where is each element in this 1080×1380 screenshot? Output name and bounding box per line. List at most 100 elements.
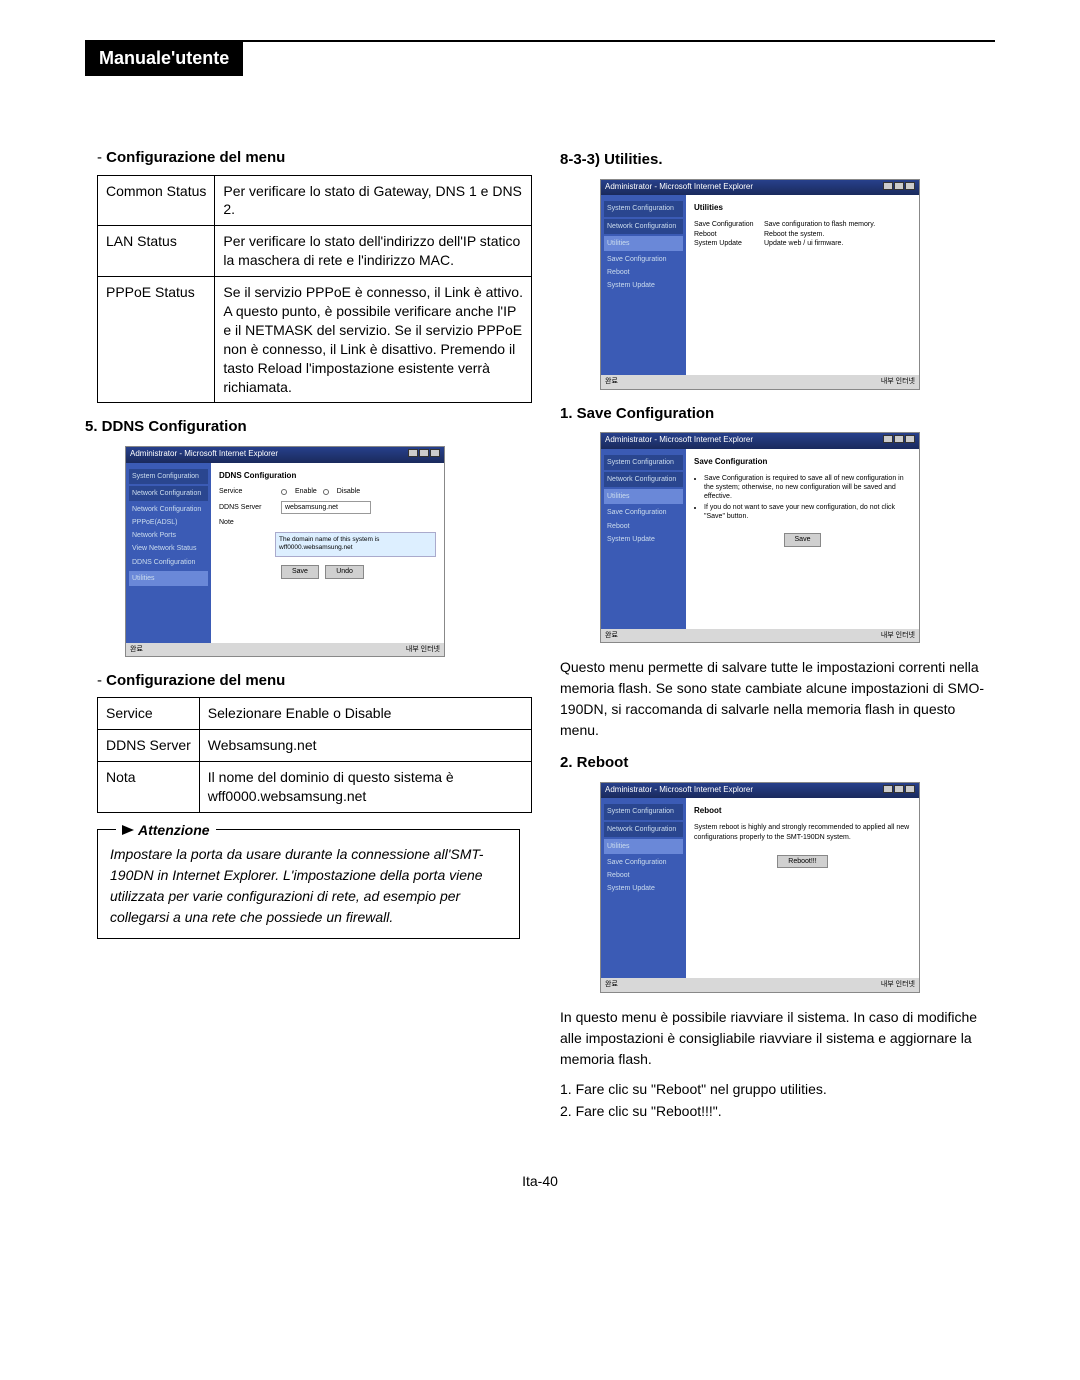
window-controls-icon — [882, 182, 915, 194]
side-item: System Update — [604, 533, 683, 546]
cell-key: Common Status — [98, 175, 215, 226]
save-button: Save — [281, 565, 319, 578]
side-group: Utilities — [129, 571, 208, 586]
cell-key: DDNS Server — [98, 730, 200, 762]
side-group: Network Configuration — [129, 486, 208, 501]
attention-arrow-icon — [122, 825, 134, 835]
menu-config-table-1: Common StatusPer verificare lo stato di … — [97, 175, 532, 404]
utilities-screenshot: Administrator - Microsoft Internet Explo… — [600, 179, 920, 390]
step-item: 2. Fare clic su "Reboot!!!". — [560, 1102, 995, 1121]
cell-val: Per verificare lo stato di Gateway, DNS … — [215, 175, 532, 226]
note-label: Note — [219, 518, 275, 527]
ddns-screenshot: Administrator - Microsoft Internet Explo… — [125, 446, 445, 657]
side-group: Network Configuration — [604, 472, 683, 487]
side-item: DDNS Configuration — [129, 556, 208, 569]
side-group: System Configuration — [604, 804, 683, 819]
service-label: Service — [219, 487, 275, 496]
reboot-text: System reboot is highly and strongly rec… — [694, 823, 911, 843]
table-row: Common StatusPer verificare lo stato di … — [98, 175, 532, 226]
cell-val: Selezionare Enable o Disable — [199, 698, 531, 730]
undo-button: Undo — [325, 565, 364, 578]
sidebar: System Configuration Network Configurati… — [126, 463, 211, 643]
page-title: Manuale'utente — [85, 40, 243, 76]
cell-val: Il nome del dominio di questo sistema è … — [199, 761, 531, 812]
radio-icon — [281, 489, 287, 495]
sidebar: System Configuration Network Configurati… — [601, 449, 686, 629]
right-column: 8-3-3) Utilities. Administrator - Micros… — [560, 136, 995, 1123]
attention-text: Attenzione — [138, 820, 210, 841]
table-row: LAN StatusPer verificare lo stato dell'i… — [98, 226, 532, 277]
utilities-heading: 8-3-3) Utilities. — [560, 150, 995, 170]
reboot-paragraph: In questo menu è possibile riavviare il … — [560, 1007, 995, 1070]
side-item: Reboot — [604, 266, 683, 279]
side-item: Save Configuration — [604, 506, 683, 519]
save-screenshot: Administrator - Microsoft Internet Explo… — [600, 432, 920, 643]
side-item: Reboot — [604, 520, 683, 533]
side-item: View Network Status — [129, 542, 208, 555]
side-item: Network Configuration — [129, 503, 208, 516]
panel-title: Save Configuration — [694, 457, 911, 468]
side-group: System Configuration — [604, 455, 683, 470]
status-left: 완료 — [605, 377, 618, 386]
table-row: DDNS ServerWebsamsung.net — [98, 730, 532, 762]
side-item: System Update — [604, 279, 683, 292]
status-left: 완료 — [605, 631, 618, 640]
side-item: Network Ports — [129, 529, 208, 542]
save-paragraph: Questo menu permette di salvare tutte le… — [560, 657, 995, 741]
util-key: Reboot — [694, 230, 764, 239]
window-title: Administrator - Microsoft Internet Explo… — [605, 785, 753, 797]
menu-config-heading-1: Configurazione del menu — [97, 148, 520, 168]
side-group: Utilities — [604, 839, 683, 854]
panel-title: DDNS Configuration — [219, 471, 436, 482]
menu-config-table-2: ServiceSelezionare Enable o Disable DDNS… — [97, 697, 532, 813]
attention-label: Attenzione — [116, 820, 216, 841]
side-item: System Update — [604, 882, 683, 895]
side-group: Network Configuration — [604, 219, 683, 234]
panel-title: Utilities — [694, 203, 911, 214]
reboot-screenshot: Administrator - Microsoft Internet Explo… — [600, 782, 920, 993]
attention-box: Attenzione Impostare la porta da usare d… — [97, 829, 520, 939]
status-right: 내부 인터넷 — [881, 631, 915, 640]
cell-key: Nota — [98, 761, 200, 812]
save-button: Save — [784, 533, 822, 546]
util-val: Save configuration to flash memory. — [764, 220, 875, 229]
side-group: System Configuration — [604, 201, 683, 216]
content-columns: Configurazione del menu Common StatusPer… — [85, 136, 995, 1123]
table-row: PPPoE StatusSe il servizio PPPoE è conne… — [98, 277, 532, 403]
save-heading: 1. Save Configuration — [560, 404, 995, 424]
cell-key: Service — [98, 698, 200, 730]
sidebar: System Configuration Network Configurati… — [601, 798, 686, 978]
util-val: Update web / ui firmware. — [764, 239, 843, 248]
cell-key: PPPoE Status — [98, 277, 215, 403]
main-panel: Save Configuration Save Configuration is… — [686, 449, 919, 629]
reboot-button: Reboot!!! — [777, 855, 827, 868]
panel-title: Reboot — [694, 806, 911, 817]
main-panel: DDNS Configuration Service Enable Disabl… — [211, 463, 444, 643]
side-item: Reboot — [604, 869, 683, 882]
bullet: If you do not want to save your new conf… — [704, 503, 911, 521]
side-item: Save Configuration — [604, 253, 683, 266]
status-left: 완료 — [605, 980, 618, 989]
left-column: Configurazione del menu Common StatusPer… — [85, 136, 520, 1123]
disable-label: Disable — [337, 487, 360, 496]
main-panel: Reboot System reboot is highly and stron… — [686, 798, 919, 978]
window-controls-icon — [882, 785, 915, 797]
bullet: Save Configuration is required to save a… — [704, 474, 911, 501]
side-group: Utilities — [604, 236, 683, 251]
table-row: NotaIl nome del dominio di questo sistem… — [98, 761, 532, 812]
window-title: Administrator - Microsoft Internet Explo… — [605, 435, 753, 447]
cell-val: Per verificare lo stato dell'indirizzo d… — [215, 226, 532, 277]
radio-icon — [323, 489, 329, 495]
window-title: Administrator - Microsoft Internet Explo… — [130, 449, 278, 461]
side-item: PPPoE(ADSL) — [129, 516, 208, 529]
attention-body: Impostare la porta da usare durante la c… — [110, 844, 507, 928]
util-key: System Update — [694, 239, 764, 248]
menu-config-heading-2: Configurazione del menu — [97, 671, 520, 691]
cell-val: Websamsung.net — [199, 730, 531, 762]
note-box: The domain name of this system is wff000… — [275, 532, 436, 558]
table-row: ServiceSelezionare Enable o Disable — [98, 698, 532, 730]
side-group: Network Configuration — [604, 822, 683, 837]
page-number: Ita-40 — [85, 1172, 995, 1191]
window-controls-icon — [407, 449, 440, 461]
side-group: Utilities — [604, 489, 683, 504]
